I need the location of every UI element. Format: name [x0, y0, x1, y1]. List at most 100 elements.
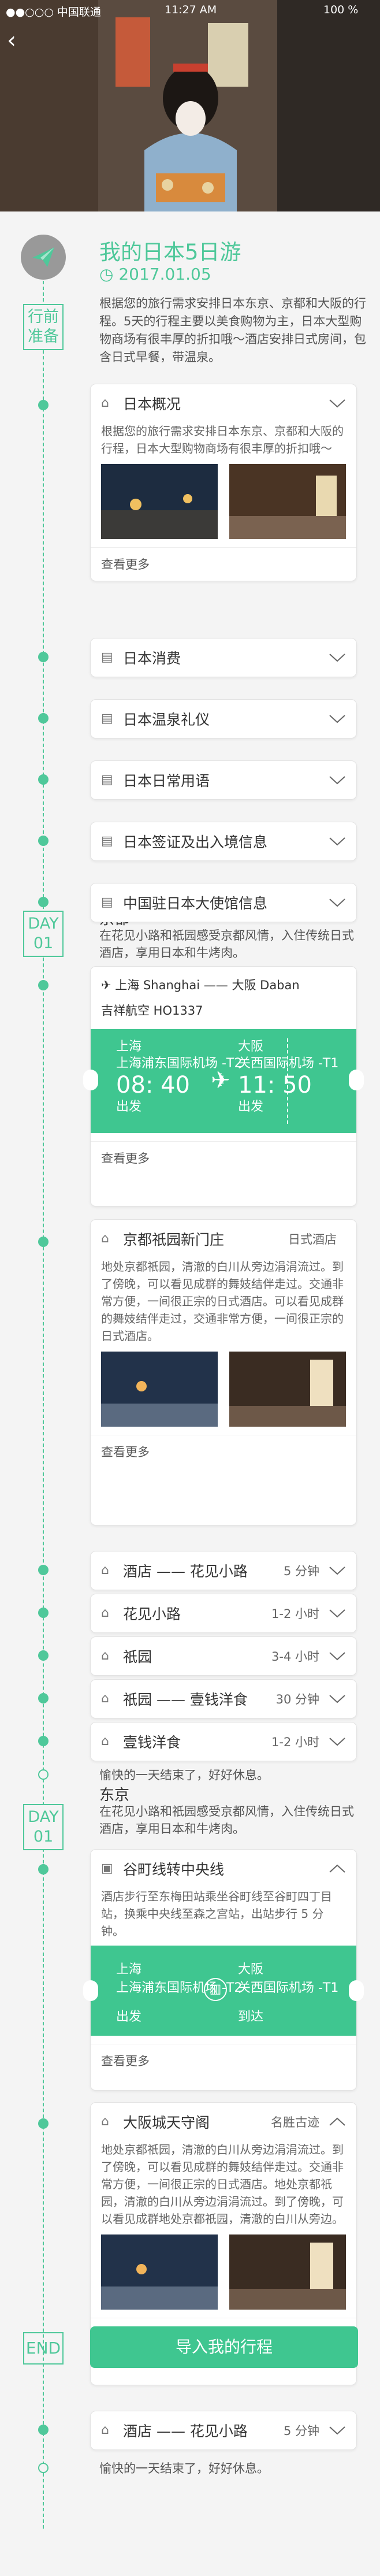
back-button[interactable]: ‹ — [7, 29, 30, 52]
subway-icon: ▥ — [204, 1978, 227, 2001]
hotel-type: 日式酒店 — [288, 1233, 337, 1246]
timeline: 我的日本5日游 ◷ 2017.01.05 根据您的旅行需求安排日本东京、京都和大… — [0, 211, 380, 2576]
timeline-dot — [38, 1693, 49, 1703]
train-to-city: 大阪 — [238, 1962, 264, 1977]
row-header[interactable]: ▤ 日本签证及出入境信息 — [91, 822, 356, 860]
chevron-down-icon — [329, 837, 345, 846]
timeline-dot — [38, 1650, 49, 1661]
flight-more-link[interactable]: 查看更多 — [91, 1141, 356, 1175]
itinerary-row[interactable]: ⌂ 祇园 3-4 小时 — [90, 1636, 357, 1676]
trip-date: ◷ 2017.01.05 — [99, 265, 211, 284]
info-icon: ▤ — [101, 895, 113, 910]
airplane-icon: ✈ — [211, 1067, 230, 1094]
ticket-notch — [83, 1980, 98, 2001]
timeline-dot — [38, 1608, 49, 1618]
chevron-down-icon — [329, 1609, 345, 1618]
overview-desc: 根据您的旅行需求安排日本东京、京都和大阪的行程，日本大型购物商场有很丰厚的折扣哦… — [101, 424, 344, 455]
end-tag: END — [23, 2332, 64, 2365]
route-icon: ⌂ — [101, 1649, 109, 1663]
day1-tag: DAY 01 — [23, 911, 64, 957]
trip-intro: 根据您的旅行需求安排日本东京、京都和大阪的行程。5天的行程主要以美食购物为主，日… — [99, 296, 366, 364]
chevron-up-icon — [329, 2117, 345, 2126]
train-ticket: 上海 上海浦东国际机场 -T2 出发 ▥ 大阪 关西国际机场 -T1 到达 — [83, 1946, 364, 2036]
clock-label: 11:27 AM — [165, 3, 217, 16]
overview-photos — [91, 457, 356, 539]
hotel-photos — [91, 1345, 356, 1427]
row-header[interactable]: ▤ 日本日常用语 — [91, 761, 356, 799]
itinerary-row[interactable]: ▤ 中国驻日本大使馆信息 — [90, 883, 357, 922]
train-title: 谷町线转中央线 — [123, 1861, 225, 1878]
timeline-dot — [38, 1864, 49, 1875]
hotel-more-link[interactable]: 查看更多 — [91, 1435, 356, 1468]
photo-alley — [229, 2234, 346, 2310]
flight-to-label: 出发 — [238, 1100, 264, 1114]
row-header[interactable]: ⌂ 酒店 —— 花见小路 5 分钟 — [91, 2411, 356, 2449]
train-header[interactable]: ▣ 谷町线转中央线 — [91, 1850, 356, 1888]
flight-ticket: 上海 上海浦东国际机场 -T2 08: 40 出发 ✈ 大阪 关西国际机场 -T… — [83, 1029, 364, 1133]
row-header[interactable]: ▤ 日本消费 — [91, 639, 356, 677]
row-header[interactable]: ⌂ 壹钱洋食 1-2 小时 — [91, 1723, 356, 1761]
itinerary-row[interactable]: ▤ 日本日常用语 — [90, 760, 357, 800]
itinerary-row[interactable]: ⌂ 花见小路 1-2 小时 — [90, 1594, 357, 1633]
row-header[interactable]: ⌂ 祇园 3-4 小时 — [91, 1637, 356, 1675]
timeline-dot — [38, 2425, 49, 2435]
status-bar: ●●○○○ 中国联通 11:27 AM 100 % — [0, 0, 380, 20]
import-itinerary-button[interactable]: 导入我的行程 — [90, 2326, 358, 2368]
day1-desc: 在花见小路和祇园感受京都风情，入住传统日式酒店，享用日本和牛烤肉。 — [99, 929, 354, 960]
itinerary-row[interactable]: ▤ 日本消费 — [90, 638, 357, 677]
overview-more-link[interactable]: 查看更多 — [91, 547, 356, 581]
overview-title: 日本概况 — [123, 396, 181, 413]
day2-city: 东京 — [99, 1787, 130, 1804]
trip-date-value: 2017.01.05 — [118, 265, 211, 284]
castle-desc: 地处京都祇园，清澈的白川从旁边涓涓流过。到了傍晚，可以看见成群的舞妓结伴走过。交… — [101, 2143, 344, 2226]
chevron-down-icon — [329, 1652, 345, 1661]
chevron-down-icon — [329, 654, 345, 662]
row-duration: 1-2 小时 — [271, 1607, 319, 1621]
route-icon: ⌂ — [101, 1563, 109, 1577]
flight-route: ✈ 上海 Shanghai —— 大阪 Daban — [101, 978, 300, 992]
day2-end-note: 愉快的一天结束了，好好休息。 — [99, 2462, 269, 2475]
photo-canal — [101, 2234, 218, 2310]
itinerary-row[interactable]: ▤ 日本温泉礼仪 — [90, 699, 357, 738]
itinerary-row[interactable]: ▤ 日本签证及出入境信息 — [90, 822, 357, 861]
photo-lantern-alley — [229, 464, 346, 539]
flight-to-airport: 关西国际机场 -T1 — [238, 1056, 339, 1071]
landmark-icon: ⌂ — [101, 2114, 109, 2129]
prep-tag: 行前准备 — [23, 304, 64, 350]
photo-canal — [101, 1352, 218, 1427]
itinerary-row[interactable]: ⌂ 祇园 —— 壹钱洋食 30 分钟 — [90, 1679, 357, 1718]
timeline-dot — [38, 713, 49, 723]
train-card[interactable]: ▣ 谷町线转中央线 酒店步行至东梅田站乘坐谷町线至谷町四丁目站，换乘中央线至森之宫… — [83, 1849, 364, 2091]
day2-tag: DAY 01 — [23, 1804, 64, 1850]
chevron-down-icon — [329, 1695, 345, 1703]
row-header[interactable]: ⌂ 酒店 —— 花见小路 5 分钟 — [91, 1551, 356, 1590]
info-icon: ▤ — [101, 834, 113, 848]
timeline-dot — [38, 836, 49, 846]
chevron-up-icon — [329, 1864, 345, 1873]
train-from-city: 上海 — [116, 1962, 142, 1977]
castle-header[interactable]: ⌂ 大阪城天守阁 名胜古迹 — [91, 2103, 356, 2141]
hotel-header[interactable]: ⌂ 京都祇园新门庄 日式酒店 — [91, 1220, 356, 1258]
overview-card[interactable]: ⌂ 日本概况 根据您的旅行需求安排日本东京、京都和大阪的行程，日本大型购物商场有很… — [90, 384, 357, 581]
row-label: 中国驻日本大使馆信息 — [123, 895, 268, 912]
itinerary-row[interactable]: ⌂ 壹钱洋食 1-2 小时 — [90, 1722, 357, 1761]
flight-to-city: 大阪 — [238, 1040, 264, 1054]
day1-end-note: 愉快的一天结束了，好好休息。 — [99, 1768, 269, 1782]
timeline-line — [43, 281, 44, 2529]
itinerary-row[interactable]: ⌂ 酒店 —— 花见小路 5 分钟 — [90, 2411, 357, 2450]
chevron-down-icon — [329, 776, 345, 785]
row-header[interactable]: ⌂ 祇园 —— 壹钱洋食 30 分钟 — [91, 1680, 356, 1718]
row-header[interactable]: ⌂ 花见小路 1-2 小时 — [91, 1594, 356, 1632]
row-header[interactable]: ▤ 日本温泉礼仪 — [91, 700, 356, 738]
photo-alley — [229, 1352, 346, 1427]
itinerary-row[interactable]: ⌂ 酒店 —— 花见小路 5 分钟 — [90, 1551, 357, 1590]
overview-header[interactable]: ⌂ 日本概况 — [91, 384, 356, 422]
train-more-link[interactable]: 查看更多 — [91, 2044, 356, 2077]
ticket-notch — [349, 1980, 364, 2001]
train-from-label: 出发 — [116, 2010, 142, 2024]
row-header[interactable]: ▤ 中国驻日本大使馆信息 — [91, 884, 356, 922]
timeline-dot — [38, 897, 49, 907]
flight-card[interactable]: ✈ 上海 Shanghai —— 大阪 Daban 吉祥航空 HO1337 上海… — [83, 966, 364, 1207]
hotel-card[interactable]: ⌂ 京都祇园新门庄 日式酒店 地处京都祇园，清澈的白川从旁边涓涓流过。到了傍晚，可以… — [90, 1219, 357, 1525]
castle-type: 名胜古迹 — [271, 2115, 319, 2129]
